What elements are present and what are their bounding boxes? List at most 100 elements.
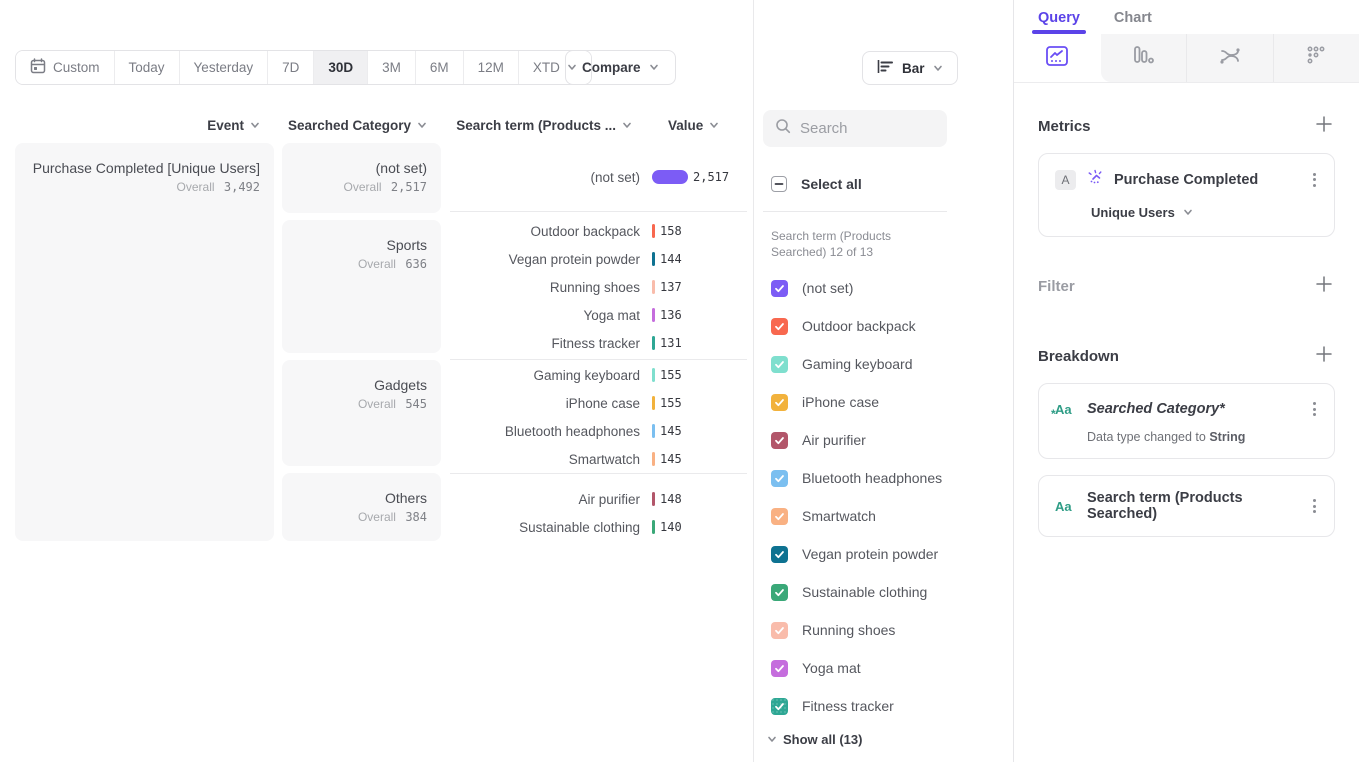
legend-item[interactable]: Smartwatch — [771, 497, 942, 535]
legend-item[interactable]: Gaming keyboard — [771, 345, 942, 383]
legend-item[interactable]: (not set) — [771, 269, 942, 307]
breakdown-note: Data type changed to String — [1087, 430, 1320, 444]
date-range-6m[interactable]: 6M — [416, 51, 464, 84]
term-row[interactable]: Fitness tracker 131 — [450, 329, 747, 357]
legend-item[interactable]: Outdoor backpack — [771, 307, 942, 345]
term-row[interactable]: Smartwatch 145 — [450, 445, 747, 473]
term-value: 140 — [660, 520, 682, 534]
metric-card[interactable]: A Purchase Completed Unique Users — [1038, 153, 1335, 237]
legend-item-label: Smartwatch — [802, 508, 876, 524]
legend-item[interactable]: Air purifier — [771, 421, 942, 459]
legend-item-checkbox[interactable] — [771, 546, 788, 563]
breakdown-card[interactable]: Aa* Searched Category* Data type changed… — [1038, 383, 1335, 459]
report-tab-retention[interactable] — [1274, 34, 1359, 82]
term-row[interactable]: Bluetooth headphones 145 — [450, 417, 747, 445]
term-label: Fitness tracker — [450, 336, 640, 351]
legend-item-checkbox[interactable] — [771, 394, 788, 411]
date-range-30d[interactable]: 30D — [314, 51, 368, 84]
legend-item-label: Yoga mat — [802, 660, 861, 676]
legend-search-box[interactable] — [763, 110, 947, 147]
legend-item-checkbox[interactable] — [771, 318, 788, 335]
legend-item-label: Running shoes — [802, 622, 895, 638]
term-label: Air purifier — [450, 492, 640, 507]
category-cell[interactable]: Others Overall 384 — [282, 473, 441, 541]
select-all-checkbox[interactable] — [771, 176, 787, 192]
legend-item-checkbox[interactable] — [771, 698, 788, 715]
term-value: 137 — [660, 280, 682, 294]
legend-item-checkbox[interactable] — [771, 470, 788, 487]
select-all-row[interactable]: Select all — [771, 176, 862, 192]
legend-item[interactable]: iPhone case — [771, 383, 942, 421]
legend-item-checkbox[interactable] — [771, 356, 788, 373]
date-range-custom[interactable]: Custom — [16, 51, 115, 84]
legend-item-checkbox[interactable] — [771, 432, 788, 449]
breakdown-menu-button[interactable] — [1309, 495, 1320, 517]
metric-menu-button[interactable] — [1309, 169, 1320, 191]
category-name: Others — [296, 489, 427, 508]
column-header-event[interactable]: Event — [15, 118, 260, 133]
column-header-search-term[interactable]: Search term (Products ... — [450, 118, 632, 133]
term-row[interactable]: Running shoes 137 — [450, 273, 747, 301]
date-range-today[interactable]: Today — [115, 51, 180, 84]
legend-item-checkbox[interactable] — [771, 280, 788, 297]
term-row[interactable]: Outdoor backpack 158 — [450, 217, 747, 245]
legend-item-checkbox[interactable] — [771, 622, 788, 639]
date-range-12m[interactable]: 12M — [464, 51, 519, 84]
legend-item[interactable]: Running shoes — [771, 611, 942, 649]
column-header-value[interactable]: Value — [668, 118, 719, 133]
term-value: 145 — [660, 452, 682, 466]
term-row[interactable]: iPhone case 155 — [450, 389, 747, 417]
legend-item-checkbox[interactable] — [771, 660, 788, 677]
term-value: 155 — [660, 396, 682, 410]
breakdown-menu-button[interactable] — [1309, 398, 1320, 420]
compare-button[interactable]: Compare — [565, 50, 676, 85]
legend-item-label: Air purifier — [802, 432, 866, 448]
event-cell[interactable]: Purchase Completed [Unique Users] Overal… — [15, 143, 274, 541]
legend-item[interactable]: Fitness tracker — [771, 687, 942, 725]
legend-item-checkbox[interactable] — [771, 584, 788, 601]
legend-item-checkbox[interactable] — [771, 508, 788, 525]
legend-item[interactable]: Vegan protein powder — [771, 535, 942, 573]
term-row[interactable]: Gaming keyboard 155 — [450, 361, 747, 389]
aggregation-label: Unique Users — [1091, 205, 1175, 220]
chevron-down-icon — [250, 118, 260, 133]
term-label: Bluetooth headphones — [450, 424, 640, 439]
panel-tab-query[interactable]: Query — [1038, 10, 1080, 34]
report-tab-flows[interactable] — [1187, 34, 1274, 82]
legend-item-label: Bluetooth headphones — [802, 470, 942, 486]
legend-item[interactable]: Bluetooth headphones — [771, 459, 942, 497]
term-value: 131 — [660, 336, 682, 350]
report-tab-funnels[interactable] — [1101, 34, 1188, 82]
value-bar — [652, 424, 655, 438]
date-range-3m[interactable]: 3M — [368, 51, 416, 84]
add-filter-button[interactable] — [1313, 275, 1335, 297]
category-cell[interactable]: (not set) Overall 2,517 — [282, 143, 441, 213]
term-value: 158 — [660, 224, 682, 238]
aggregation-selector[interactable]: Unique Users — [1091, 205, 1320, 220]
add-breakdown-button[interactable] — [1313, 345, 1335, 367]
date-range-segment: CustomTodayYesterday7D30D3M6M12MXTD — [15, 50, 592, 85]
category-cell[interactable]: Sports Overall 636 — [282, 220, 441, 353]
calendar-icon — [30, 58, 46, 77]
date-range-7d[interactable]: 7D — [268, 51, 314, 84]
add-metric-button[interactable] — [1313, 115, 1335, 137]
plus-icon — [1315, 115, 1333, 138]
legend-item[interactable]: Sustainable clothing — [771, 573, 942, 611]
term-row[interactable]: Air purifier 148 — [450, 485, 747, 513]
breakdown-card[interactable]: Aa Search term (Products Searched) — [1038, 475, 1335, 537]
term-row[interactable]: (not set) 2,517 — [450, 163, 747, 191]
term-row[interactable]: Sustainable clothing 140 — [450, 513, 747, 541]
show-all-button[interactable]: Show all (13) — [767, 732, 862, 747]
category-cell[interactable]: Gadgets Overall 545 — [282, 360, 441, 466]
date-range-yesterday[interactable]: Yesterday — [180, 51, 269, 84]
report-tab-insights[interactable] — [1014, 34, 1101, 82]
term-row[interactable]: Vegan protein powder 144 — [450, 245, 747, 273]
column-header-searched-category[interactable]: Searched Category — [282, 118, 427, 133]
divider — [763, 211, 947, 212]
term-group: Air purifier 148Sustainable clothing 140 — [450, 474, 747, 541]
panel-tab-chart[interactable]: Chart — [1114, 10, 1152, 34]
term-row[interactable]: Yoga mat 136 — [450, 301, 747, 329]
search-input[interactable] — [800, 120, 930, 137]
legend-item[interactable]: Yoga mat — [771, 649, 942, 687]
string-property-icon: Aa — [1055, 499, 1075, 514]
